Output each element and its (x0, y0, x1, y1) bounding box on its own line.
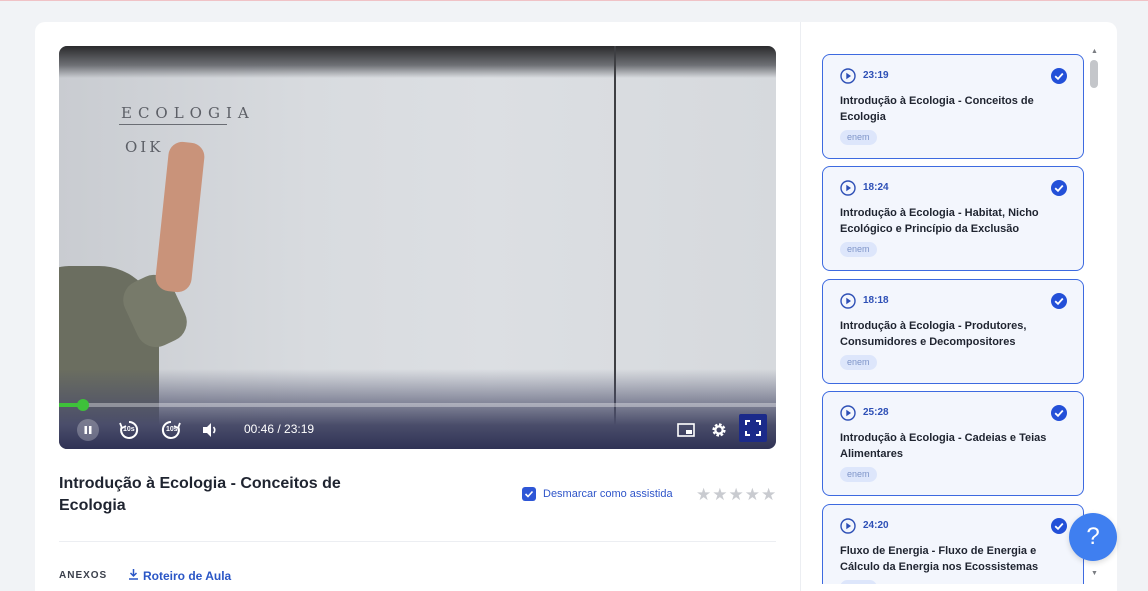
lesson-item-title: Introdução à Ecologia - Habitat, Nicho E… (840, 207, 1039, 235)
watched-checkbox[interactable] (522, 487, 536, 501)
lesson-tag: enem (840, 355, 877, 370)
attachment-label[interactable]: Roteiro de Aula (143, 569, 231, 583)
star-icon[interactable]: ★ (745, 486, 760, 503)
star-icon[interactable]: ★ (696, 486, 711, 503)
picture-in-picture-icon[interactable] (676, 420, 696, 440)
rewind-10-icon[interactable]: 10s (117, 418, 141, 442)
star-icon[interactable]: ★ (761, 486, 776, 503)
watched-label[interactable]: Desmarcar como assistida (543, 488, 673, 500)
lesson-item-title: Introdução à Ecologia - Cadeias e Teias … (840, 432, 1047, 460)
progress-track[interactable] (59, 403, 776, 407)
play-circle-icon[interactable] (840, 68, 856, 89)
top-border-line (0, 0, 1148, 1)
lesson-duration: 24:20 (863, 520, 889, 531)
lesson-item-title: Fluxo de Energia - Fluxo de Energia e Cá… (840, 545, 1039, 573)
check-circle-icon (1051, 293, 1067, 314)
playlist-item[interactable]: 18:24 Introdução à Ecologia - Habitat, N… (822, 166, 1084, 271)
pause-icon[interactable] (77, 419, 99, 441)
check-circle-icon (1051, 518, 1067, 539)
lesson-duration: 18:24 (863, 182, 889, 193)
board-underline (119, 124, 227, 125)
playlist-item[interactable]: 24:20 Fluxo de Energia - Fluxo de Energi… (822, 504, 1084, 584)
rewind-label: 10s (123, 426, 135, 433)
mark-watched-toggle[interactable]: Desmarcar como assistida (522, 487, 673, 501)
lesson-duration: 25:28 (863, 407, 889, 418)
star-icon[interactable]: ★ (729, 486, 744, 503)
play-circle-icon[interactable] (840, 180, 856, 201)
star-icon[interactable]: ★ (712, 486, 727, 503)
lesson-tag: enem (840, 467, 877, 482)
help-button[interactable]: ? (1069, 513, 1117, 561)
playlist-item[interactable]: 25:28 Introdução à Ecologia - Cadeias e … (822, 391, 1084, 496)
lesson-tag: enem (840, 580, 877, 584)
rating-stars[interactable]: ★ ★ ★ ★ ★ (696, 486, 776, 503)
video-player[interactable]: ECOLOGIA OIK 10s 10s 00:46 / 23:19 (59, 46, 776, 449)
playlist-item[interactable]: 18:18 Introdução à Ecologia - Produtores… (822, 279, 1084, 384)
download-icon[interactable] (128, 568, 139, 583)
forward-label: 10s (166, 426, 178, 433)
lesson-title: Introdução à Ecologia - Conceitos de Eco… (59, 475, 341, 514)
play-circle-icon[interactable] (840, 518, 856, 539)
time-display: 00:46 / 23:19 (244, 422, 315, 436)
help-label: ? (1086, 523, 1100, 550)
play-circle-icon[interactable] (840, 293, 856, 314)
lesson-item-title: Introdução à Ecologia - Produtores, Cons… (840, 320, 1027, 348)
panel-divider (800, 22, 801, 591)
playlist-item[interactable]: 23:19 Introdução à Ecologia - Conceitos … (822, 54, 1084, 159)
volume-icon[interactable] (200, 420, 220, 440)
section-divider (59, 541, 776, 542)
scroll-down-arrow-icon[interactable]: ▼ (1091, 570, 1098, 577)
board-writing-title: ECOLOGIA (121, 104, 255, 122)
attachment-link[interactable]: Roteiro de Aula (128, 568, 231, 583)
play-circle-icon[interactable] (840, 405, 856, 426)
scroll-thumb[interactable] (1090, 60, 1098, 88)
progress-handle[interactable] (76, 399, 89, 411)
playlist-scrollbar[interactable]: ▲ ▼ (1088, 46, 1100, 585)
board-writing-line: OIK (125, 138, 164, 156)
gear-icon[interactable] (708, 419, 730, 441)
check-circle-icon (1051, 68, 1067, 89)
lesson-duration: 18:18 (863, 295, 889, 306)
lesson-tag: enem (840, 130, 877, 145)
check-circle-icon (1051, 405, 1067, 426)
forward-10-icon[interactable]: 10s (159, 418, 183, 442)
attachments-label: ANEXOS (59, 570, 108, 581)
fullscreen-icon[interactable] (739, 414, 767, 442)
lesson-tag: enem (840, 242, 877, 257)
lesson-playlist: 23:19 Introdução à Ecologia - Conceitos … (822, 54, 1084, 584)
scroll-up-arrow-icon[interactable]: ▲ (1091, 48, 1098, 55)
lesson-item-title: Introdução à Ecologia - Conceitos de Eco… (840, 95, 1034, 123)
check-circle-icon (1051, 180, 1067, 201)
video-top-shade (59, 46, 776, 78)
lesson-duration: 23:19 (863, 70, 889, 81)
